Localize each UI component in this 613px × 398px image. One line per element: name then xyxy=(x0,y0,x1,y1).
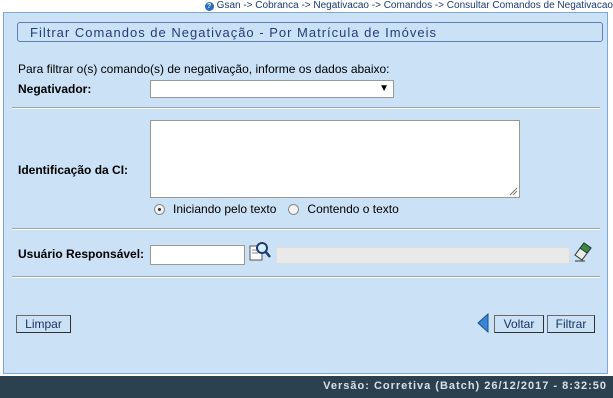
negativador-select[interactable]: ▼ xyxy=(150,80,394,98)
footer-bar: Versão: Corretiva (Batch) 26/12/2017 - 8… xyxy=(0,376,613,398)
magnifier-search-icon[interactable] xyxy=(248,240,272,264)
separator xyxy=(12,107,600,109)
breadcrumb: ? Gsan -> Cobranca -> Negativacao -> Com… xyxy=(204,0,613,12)
usuario-code-input[interactable] xyxy=(150,245,245,265)
separator xyxy=(12,276,600,278)
radio-iniciando[interactable] xyxy=(154,203,165,215)
back-arrow-icon[interactable] xyxy=(477,313,489,333)
limpar-button[interactable]: Limpar xyxy=(16,315,71,333)
help-icon[interactable]: ? xyxy=(204,1,214,11)
filter-panel: Filtrar Comandos de Negativação - Por Ma… xyxy=(3,12,608,374)
radio-contendo-label: Contendo o texto xyxy=(307,202,399,216)
radio-contendo[interactable] xyxy=(288,203,300,215)
filtrar-button[interactable]: Filtrar xyxy=(547,315,595,333)
intro-text: Para filtrar o(s) comando(s) de negativa… xyxy=(18,62,390,76)
page-title: Filtrar Comandos de Negativação - Por Ma… xyxy=(30,25,437,40)
dropdown-arrow-icon[interactable]: ▼ xyxy=(379,83,389,95)
version-text: Versão: Corretiva (Batch) 26/12/2017 - 8… xyxy=(323,380,607,392)
ci-search-mode: Iniciando pelo texto Contendo o texto xyxy=(154,202,399,216)
resize-grip-icon[interactable] xyxy=(508,186,518,196)
ci-label: Identificação da CI: xyxy=(18,163,129,177)
ci-textarea[interactable] xyxy=(150,120,520,198)
voltar-button[interactable]: Voltar xyxy=(494,315,544,333)
panel-title-bar: Filtrar Comandos de Negativação - Por Ma… xyxy=(17,22,603,42)
separator xyxy=(12,228,600,230)
usuario-name-field xyxy=(276,247,570,264)
usuario-label: Usuário Responsável: xyxy=(18,247,145,261)
breadcrumb-text: Gsan -> Cobranca -> Negativacao -> Coman… xyxy=(216,0,613,11)
eraser-icon[interactable] xyxy=(573,241,593,263)
radio-iniciando-label: Iniciando pelo texto xyxy=(173,202,277,216)
negativador-label: Negativador: xyxy=(18,82,92,96)
